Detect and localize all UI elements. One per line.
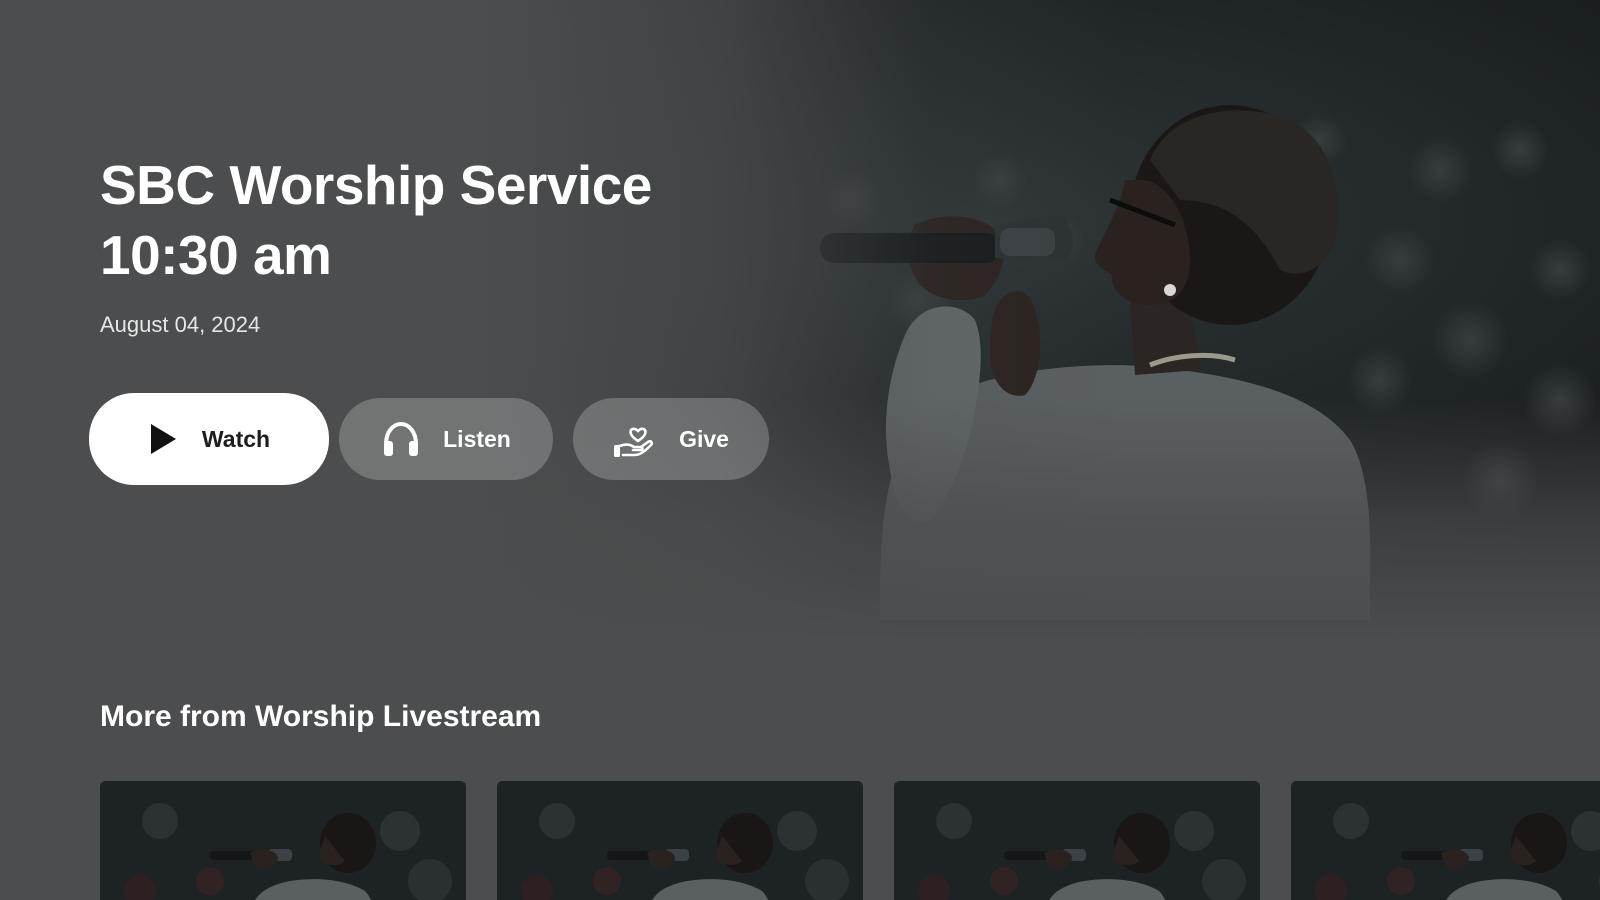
video-card[interactable] — [894, 781, 1260, 900]
title-line-2: 10:30 am — [100, 224, 332, 286]
video-card[interactable] — [497, 781, 863, 900]
headphones-icon — [381, 420, 421, 458]
give-button[interactable]: Give — [573, 398, 769, 480]
service-date: August 04, 2024 — [100, 312, 261, 337]
watch-button-label: Watch — [201, 425, 271, 452]
hero-details: SBC Worship Service 10:30 am August 04, … — [100, 150, 820, 338]
watch-button[interactable]: Watch — [89, 393, 329, 485]
title-line-1: SBC Worship Service — [100, 154, 652, 216]
video-thumbnail — [497, 781, 863, 900]
app-screen: SBC Worship Service 10:30 am August 04, … — [0, 0, 1600, 900]
play-icon — [148, 422, 178, 456]
video-card[interactable] — [1291, 781, 1600, 900]
video-shelf — [100, 781, 1600, 900]
video-thumbnail — [1291, 781, 1600, 900]
give-button-label: Give — [679, 425, 729, 452]
listen-button[interactable]: Listen — [339, 398, 553, 480]
listen-button-label: Listen — [443, 425, 511, 452]
video-thumbnail — [894, 781, 1260, 900]
hero-actions: Watch Listen Give — [89, 393, 769, 485]
video-card[interactable] — [100, 781, 466, 900]
shelf-title: More from Worship Livestream — [100, 700, 542, 733]
giving-hand-heart-icon — [613, 417, 657, 461]
page-title: SBC Worship Service 10:30 am — [100, 150, 820, 290]
video-thumbnail — [100, 781, 466, 900]
